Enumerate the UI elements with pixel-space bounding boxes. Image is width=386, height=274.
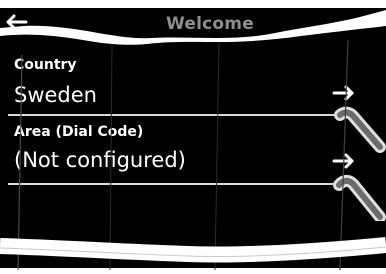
device-screen: Welcome Country Sweden Area (Dial Code) …	[0, 0, 386, 274]
area-value[interactable]: (Not configured)	[14, 147, 186, 173]
row-divider	[8, 183, 358, 185]
page-title: Welcome	[166, 14, 254, 34]
country-right-arrow-icon[interactable]	[332, 84, 356, 102]
row-divider	[8, 114, 358, 116]
country-value[interactable]: Sweden	[14, 82, 97, 108]
area-label: Area (Dial Code)	[14, 124, 144, 140]
back-arrow-icon[interactable]	[6, 14, 28, 30]
country-label: Country	[14, 57, 77, 73]
area-right-arrow-icon[interactable]	[332, 152, 356, 170]
